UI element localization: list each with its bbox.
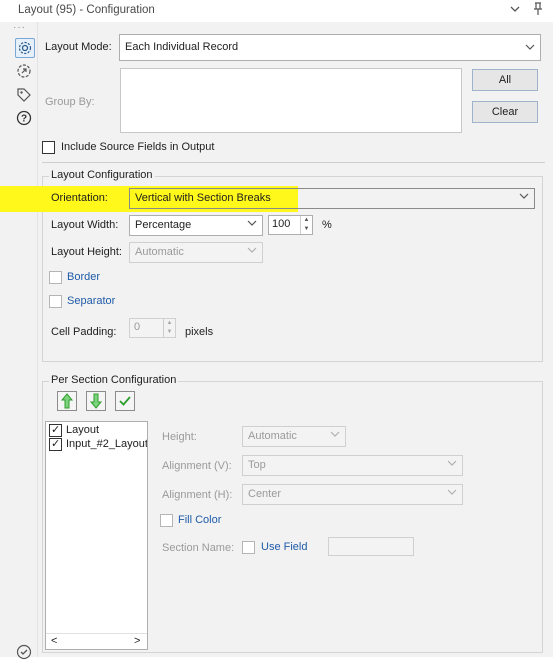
move-up-button[interactable]	[57, 391, 77, 411]
section-name-label: Section Name:	[162, 542, 235, 554]
chevron-down-icon	[330, 429, 340, 442]
section-checkbox[interactable]	[49, 437, 62, 451]
alignment-v-label: Alignment (V):	[162, 460, 232, 472]
settings-icon[interactable]	[15, 38, 35, 58]
section-height-value: Automatic	[248, 430, 297, 442]
layout-config-title: Layout Configuration	[49, 169, 155, 181]
cell-padding-label: Cell Padding:	[51, 326, 117, 338]
divider	[42, 162, 545, 163]
select-all-check-button[interactable]	[115, 391, 135, 411]
scroll-left-icon[interactable]: <	[51, 635, 57, 647]
border-checkbox[interactable]	[49, 271, 62, 284]
layout-height-value: Automatic	[135, 246, 184, 258]
section-name-input[interactable]	[328, 537, 414, 556]
spin-down-icon[interactable]: ▼	[163, 328, 175, 337]
spin-down-icon[interactable]: ▼	[300, 225, 312, 234]
section-list[interactable]	[45, 421, 148, 650]
alignment-v-value: Top	[248, 459, 266, 471]
spin-up-icon[interactable]: ▲	[300, 216, 312, 225]
layout-width-value: Percentage	[135, 219, 192, 231]
layout-width-label: Layout Width:	[51, 219, 119, 231]
border-label: Border	[67, 271, 101, 283]
scroll-right-icon[interactable]: >	[134, 635, 140, 647]
per-section-title: Per Section Configuration	[49, 374, 179, 386]
section-item-label[interactable]: Input_#2_Layout	[66, 438, 147, 450]
height-label: Height:	[162, 431, 197, 443]
separator-checkbox[interactable]	[49, 295, 62, 308]
chevron-down-icon	[447, 458, 457, 471]
section-item-label[interactable]: Layout	[66, 424, 99, 436]
use-field-label: Use Field	[261, 541, 308, 553]
layout-width-number-value: 100	[272, 218, 291, 230]
tag-icon[interactable]	[15, 86, 35, 106]
clear-button[interactable]: Clear	[472, 101, 538, 123]
layout-height-select[interactable]: Automatic	[129, 242, 263, 263]
group-by-list[interactable]	[120, 68, 462, 133]
navigate-icon[interactable]	[15, 62, 35, 82]
help-icon[interactable]: ?	[15, 109, 35, 129]
chevron-down-icon	[447, 487, 457, 500]
title-bar: Layout (95) - Configuration	[0, 0, 553, 22]
use-field-checkbox[interactable]	[242, 541, 255, 554]
group-by-label: Group By:	[45, 96, 95, 108]
layout-height-label: Layout Height:	[51, 246, 122, 258]
orientation-select[interactable]: Vertical with Section Breaks	[129, 188, 535, 209]
section-height-select[interactable]: Automatic	[242, 426, 346, 447]
horizontal-scrollbar[interactable]: < >	[46, 633, 147, 649]
alignment-h-label: Alignment (H):	[162, 489, 233, 501]
check-circle-icon[interactable]	[15, 643, 35, 663]
alignment-v-select[interactable]: Top	[242, 455, 463, 476]
orientation-value: Vertical with Section Breaks	[135, 192, 271, 204]
pin-icon[interactable]	[529, 2, 547, 20]
layout-mode-value: Each Individual Record	[125, 41, 239, 53]
layout-width-unit: %	[322, 219, 332, 231]
svg-text:?: ?	[21, 114, 27, 125]
cell-padding-value: 0	[134, 321, 141, 333]
include-source-label: Include Source Fields in Output	[61, 141, 215, 153]
cell-padding-input[interactable]: 0 ▲ ▼	[129, 318, 176, 338]
fill-color-checkbox[interactable]	[160, 514, 173, 527]
chevron-down-icon[interactable]	[506, 2, 524, 20]
cell-padding-unit: pixels	[185, 326, 214, 338]
chevron-down-icon	[247, 218, 257, 231]
all-button[interactable]: All	[472, 69, 538, 91]
layout-mode-select[interactable]: Each Individual Record	[119, 34, 541, 61]
fill-color-label: Fill Color	[178, 514, 222, 526]
layout-width-select[interactable]: Percentage	[129, 215, 263, 236]
layout-width-number[interactable]: 100 ▲ ▼	[268, 215, 313, 235]
move-down-button[interactable]	[86, 391, 106, 411]
separator-label: Separator	[67, 295, 116, 307]
section-checkbox[interactable]	[49, 423, 62, 437]
chevron-down-icon	[525, 42, 535, 55]
spin-up-icon[interactable]: ▲	[163, 319, 175, 328]
chevron-down-icon	[247, 245, 257, 258]
include-source-checkbox[interactable]	[42, 141, 55, 154]
alignment-h-select[interactable]: Center	[242, 484, 463, 505]
chevron-down-icon	[519, 191, 529, 204]
window-title: Layout (95) - Configuration	[18, 4, 155, 16]
alignment-h-value: Center	[248, 488, 282, 500]
more-dots-icon[interactable]: ···	[13, 22, 26, 33]
orientation-label: Orientation:	[51, 192, 108, 204]
layout-mode-label: Layout Mode:	[45, 41, 112, 53]
